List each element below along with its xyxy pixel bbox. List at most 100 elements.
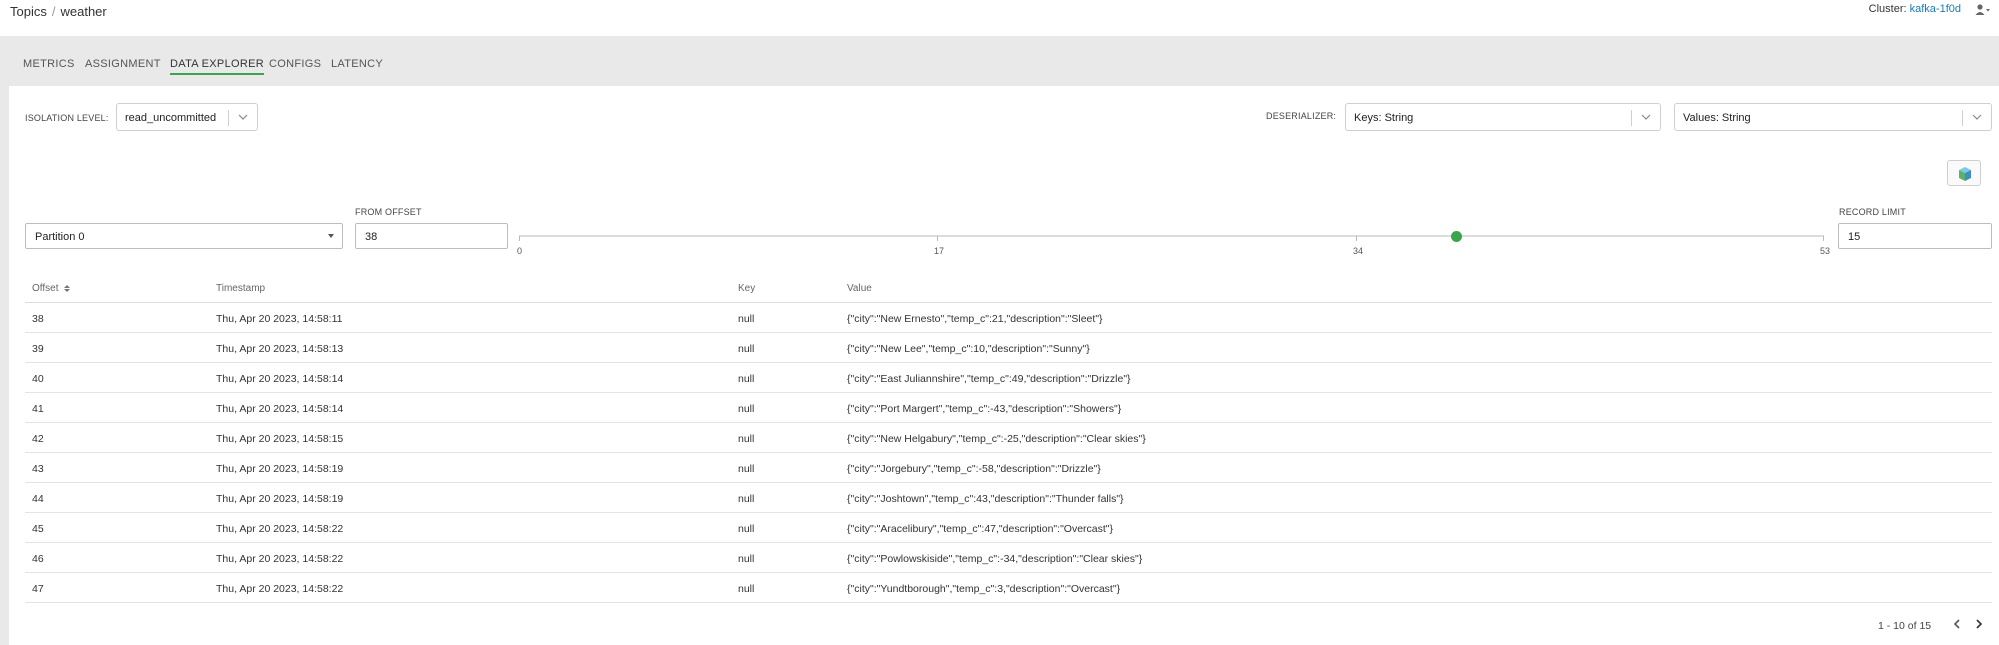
table-row[interactable]: 41 Thu, Apr 20 2023, 14:58:14 null {"city":… <box>25 393 1992 423</box>
cell-offset: 46 <box>32 553 44 565</box>
keys-deserializer-select[interactable]: Keys: String <box>1345 103 1661 131</box>
slider-tick <box>1823 236 1824 241</box>
table-row[interactable]: 39 Thu, Apr 20 2023, 14:58:13 null {"city":… <box>25 333 1992 363</box>
chevron-down-icon <box>1972 114 1982 120</box>
tab-metrics[interactable]: METRICS <box>23 58 75 73</box>
cell-offset: 38 <box>32 313 44 325</box>
record-limit-label: RECORD LIMIT <box>1839 207 1906 217</box>
cell-key: null <box>738 523 755 535</box>
tab-data-explorer[interactable]: DATA EXPLORER <box>170 58 264 75</box>
table-row[interactable]: 43 Thu, Apr 20 2023, 14:58:19 null {"city":… <box>25 453 1992 483</box>
cell-timestamp: Thu, Apr 20 2023, 14:58:19 <box>216 463 344 475</box>
keys-deserializer-value: Keys: String <box>1354 112 1414 124</box>
table-row[interactable]: 42 Thu, Apr 20 2023, 14:58:15 null {"city":… <box>25 423 1992 453</box>
cell-value: {"city":"Jorgebury","temp_c":-58,"descri… <box>847 463 1101 475</box>
cell-offset: 47 <box>32 583 44 595</box>
from-offset-input[interactable]: 38 <box>355 223 508 249</box>
column-header-timestamp: Timestamp <box>216 283 266 294</box>
cell-offset: 42 <box>32 433 44 445</box>
slider-tick-label: 17 <box>934 246 945 256</box>
cluster-link[interactable]: kafka-1f0d <box>1910 3 1961 15</box>
schema-registry-button[interactable] <box>1947 160 1981 186</box>
cell-timestamp: Thu, Apr 20 2023, 14:58:22 <box>216 523 344 535</box>
from-offset-label: FROM OFFSET <box>355 207 422 217</box>
record-limit-input[interactable]: 15 <box>1838 223 1992 249</box>
cell-timestamp: Thu, Apr 20 2023, 14:58:14 <box>216 373 344 385</box>
select-divider <box>228 110 229 126</box>
chevron-right-icon[interactable] <box>1972 617 1986 631</box>
breadcrumb: Topics / weather <box>10 4 107 19</box>
chevron-down-icon <box>238 114 248 120</box>
chevron-left-icon[interactable] <box>1950 617 1964 631</box>
cell-offset: 41 <box>32 403 44 415</box>
isolation-level-label: ISOLATION LEVEL: <box>25 113 109 123</box>
cell-offset: 44 <box>32 493 44 505</box>
partition-value: Partition 0 <box>35 231 85 243</box>
cell-value: {"city":"Aracelibury","temp_c":47,"descr… <box>847 523 1114 535</box>
user-icon <box>1975 4 1990 15</box>
slider-track[interactable] <box>519 235 1824 237</box>
isolation-level-value: read_uncommitted <box>125 112 217 124</box>
record-limit-value: 15 <box>1848 231 1861 243</box>
cell-timestamp: Thu, Apr 20 2023, 14:58:22 <box>216 583 344 595</box>
cell-value: {"city":"New Lee","temp_c":10,"descripti… <box>847 343 1090 355</box>
cell-value: {"city":"New Ernesto","temp_c":21,"descr… <box>847 313 1103 325</box>
slider-tick-label: 34 <box>1353 246 1364 256</box>
slider-tick-label: 0 <box>517 246 523 256</box>
cell-key: null <box>738 343 755 355</box>
from-offset-value: 38 <box>365 231 378 243</box>
cell-value: {"city":"Joshtown","temp_c":43,"descript… <box>847 493 1124 505</box>
cell-key: null <box>738 373 755 385</box>
slider-tick <box>519 236 520 241</box>
cell-value: {"city":"Yundtborough","temp_c":3,"descr… <box>847 583 1121 595</box>
table-row[interactable]: 46 Thu, Apr 20 2023, 14:58:22 null {"city":… <box>25 543 1992 573</box>
pagination-summary: 1 - 10 of 15 <box>1878 620 1932 632</box>
cell-value: {"city":"New Helgabury","temp_c":-25,"de… <box>847 433 1146 445</box>
table-row[interactable]: 45 Thu, Apr 20 2023, 14:58:22 null {"city":… <box>25 513 1992 543</box>
cell-offset: 39 <box>32 343 44 355</box>
cell-timestamp: Thu, Apr 20 2023, 14:58:14 <box>216 403 344 415</box>
cell-timestamp: Thu, Apr 20 2023, 14:58:22 <box>216 553 344 565</box>
tab-latency[interactable]: LATENCY <box>331 58 383 73</box>
cell-key: null <box>738 493 755 505</box>
partition-select[interactable]: Partition 0 <box>25 223 343 249</box>
cell-value: {"city":"East Juliannshire","temp_c":49,… <box>847 373 1131 385</box>
table-row[interactable]: 47 Thu, Apr 20 2023, 14:58:22 null {"city":… <box>25 573 1992 603</box>
column-header-key: Key <box>738 283 756 294</box>
cell-timestamp: Thu, Apr 20 2023, 14:58:11 <box>216 313 343 325</box>
cell-key: null <box>738 403 755 415</box>
values-deserializer-value: Values: String <box>1683 112 1751 124</box>
select-divider <box>1962 110 1963 126</box>
deserializer-label: DESERIALIZER: <box>1266 111 1337 121</box>
cell-key: null <box>738 433 755 445</box>
cluster-label: Cluster: <box>1868 3 1907 15</box>
breadcrumb-topics-link[interactable]: Topics <box>10 4 47 19</box>
cell-offset: 43 <box>32 463 44 475</box>
slider-thumb[interactable] <box>1451 231 1462 242</box>
cell-timestamp: Thu, Apr 20 2023, 14:58:13 <box>216 343 344 355</box>
user-menu-button[interactable] <box>1975 2 1991 16</box>
table-row[interactable]: 40 Thu, Apr 20 2023, 14:58:14 null {"city":… <box>25 363 1992 393</box>
sort-icon <box>64 284 71 292</box>
tab-configs[interactable]: CONFIGS <box>269 58 321 73</box>
cube-icon <box>1959 167 1971 181</box>
caret-down-icon <box>328 234 334 238</box>
column-header-offset[interactable]: Offset <box>32 283 71 294</box>
cell-value: {"city":"Port Margert","temp_c":-43,"des… <box>847 403 1122 415</box>
isolation-level-select[interactable]: read_uncommitted <box>116 103 258 131</box>
breadcrumb-separator: / <box>51 4 56 19</box>
select-divider <box>1631 110 1632 126</box>
cell-value: {"city":"Powlowskiside","temp_c":-34,"de… <box>847 553 1143 565</box>
table-row[interactable]: 38 Thu, Apr 20 2023, 14:58:11 null {"city":… <box>25 303 1992 333</box>
breadcrumb-current: weather <box>60 4 107 19</box>
cell-timestamp: Thu, Apr 20 2023, 14:58:15 <box>216 433 344 445</box>
cell-key: null <box>738 583 755 595</box>
column-header-offset-label: Offset <box>32 283 59 294</box>
cell-key: null <box>738 553 755 565</box>
values-deserializer-select[interactable]: Values: String <box>1674 103 1992 131</box>
cell-key: null <box>738 463 755 475</box>
table-row[interactable]: 44 Thu, Apr 20 2023, 14:58:19 null {"city":… <box>25 483 1992 513</box>
top-bar: Topics / weather Cluster: kafka-1f0d <box>0 0 1999 36</box>
cell-timestamp: Thu, Apr 20 2023, 14:58:19 <box>216 493 344 505</box>
tab-assignment[interactable]: ASSIGNMENT <box>85 58 161 73</box>
